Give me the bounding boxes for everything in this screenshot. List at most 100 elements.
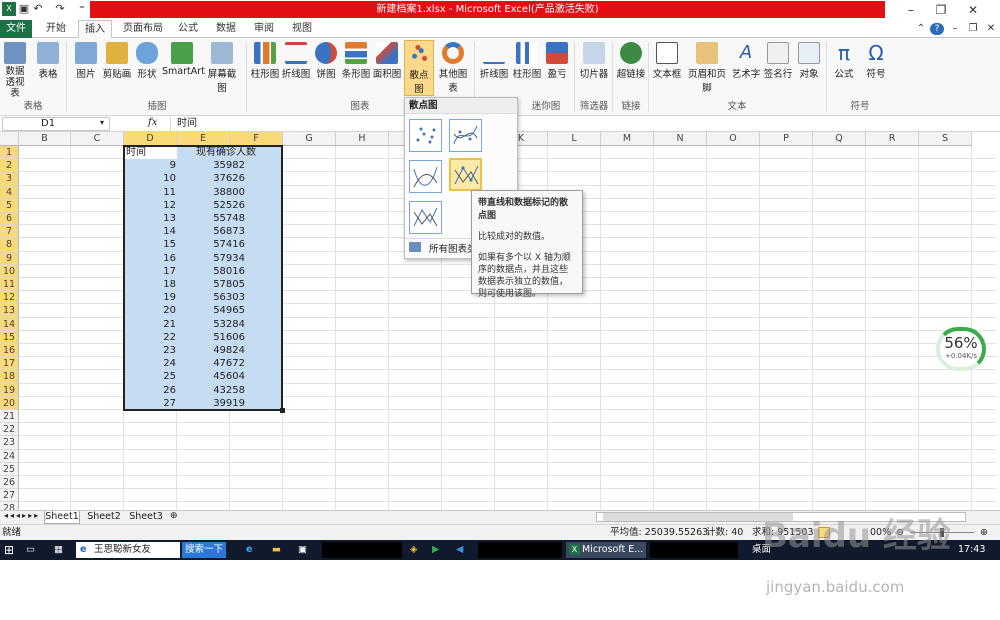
column-header-q[interactable]: Q [813, 132, 866, 146]
fill-handle[interactable] [280, 408, 285, 413]
column-header-s[interactable]: S [919, 132, 972, 146]
cell-time[interactable]: 25 [124, 370, 176, 383]
cell-confirmed[interactable]: 57416 [177, 238, 245, 251]
row-header-23[interactable]: 23 [0, 436, 19, 450]
row-header-25[interactable]: 25 [0, 462, 19, 476]
smartart-button[interactable]: SmartArt [162, 40, 205, 77]
sheet-tab-sheet1[interactable]: Sheet1 [44, 511, 80, 524]
cell-time[interactable]: 13 [124, 212, 176, 225]
app-icon-2[interactable]: ▶ [432, 542, 446, 558]
tab-home[interactable]: 开始 [40, 20, 72, 38]
object-button[interactable]: 对象 [796, 40, 822, 80]
sheet-tab-sheet3[interactable]: Sheet3 [128, 511, 164, 524]
column-header-d[interactable]: D [124, 132, 177, 146]
cell-confirmed[interactable]: 45604 [177, 370, 245, 383]
cell-confirmed[interactable]: 55748 [177, 212, 245, 225]
taskbar-app-blank-3[interactable] [650, 542, 738, 558]
pivot-table-button[interactable]: 数据透视表 [2, 40, 28, 99]
tab-view[interactable]: 视图 [286, 20, 318, 38]
cell-confirmed[interactable]: 49824 [177, 344, 245, 357]
wordart-button[interactable]: A 艺术字 [731, 40, 761, 80]
sparkline-winloss-button[interactable]: 盈亏 [544, 40, 570, 80]
task-view-icon[interactable]: ▭ [26, 542, 40, 558]
tab-insert[interactable]: 插入 [78, 20, 112, 39]
app-icon-1[interactable]: ◈ [410, 542, 424, 558]
header-footer-button[interactable]: 页眉和页脚 [684, 40, 730, 94]
taskbar-app-blank-2[interactable] [478, 542, 562, 558]
area-chart-button[interactable]: 面积图 [372, 40, 402, 80]
close-icon[interactable]: ✕ [958, 1, 988, 19]
scatter-straight-lines-option[interactable] [409, 201, 442, 234]
row-header-9[interactable]: 9 [0, 251, 19, 265]
column-header-l[interactable]: L [548, 132, 601, 146]
row-header-26[interactable]: 26 [0, 476, 19, 490]
vscode-icon[interactable]: ◀ [456, 542, 470, 558]
cell-time[interactable]: 12 [124, 199, 176, 212]
hyperlink-button[interactable]: 超链接 [614, 40, 648, 80]
undo-icon[interactable]: ↶ [31, 2, 45, 16]
name-box-dropdown-icon[interactable]: ▾ [100, 118, 104, 127]
save-icon[interactable]: ▣ [17, 2, 31, 16]
row-header-18[interactable]: 18 [0, 370, 19, 384]
cell-time[interactable]: 27 [124, 397, 176, 410]
cell-confirmed[interactable]: 53284 [177, 318, 245, 331]
row-header-8[interactable]: 8 [0, 238, 19, 252]
tab-file[interactable]: 文件 [0, 20, 32, 38]
select-all-corner[interactable] [0, 132, 19, 146]
cell-confirmed[interactable]: 35982 [177, 159, 245, 172]
row-header-13[interactable]: 13 [0, 304, 19, 318]
edge-icon[interactable]: e [246, 542, 260, 558]
row-header-19[interactable]: 19 [0, 383, 19, 397]
customize-toolbar-icon[interactable]: ⁼ [75, 2, 89, 16]
column-header-o[interactable]: O [707, 132, 760, 146]
sheet-tab-sheet2[interactable]: Sheet2 [86, 511, 122, 524]
column-header-n[interactable]: N [654, 132, 707, 146]
cell-confirmed[interactable]: 56303 [177, 291, 245, 304]
sheet-nav-arrows-icon[interactable]: ◂◂◂▸▸▸ [4, 511, 40, 520]
row-header-27[interactable]: 27 [0, 489, 19, 503]
scatter-smooth-lines-option[interactable] [409, 160, 442, 193]
row-header-21[interactable]: 21 [0, 410, 19, 424]
row-header-12[interactable]: 12 [0, 291, 19, 305]
row-header-24[interactable]: 24 [0, 449, 19, 463]
row-header-22[interactable]: 22 [0, 423, 19, 437]
column-header-r[interactable]: R [866, 132, 919, 146]
zoom-in-icon[interactable]: ⊕ [980, 525, 988, 540]
cell-d1[interactable]: 时间 [126, 146, 146, 159]
cell-time[interactable]: 26 [124, 384, 176, 397]
scatter-chart-button[interactable]: 散点图▾ [404, 40, 434, 104]
row-header-17[interactable]: 17 [0, 357, 19, 371]
explorer-icon[interactable]: ▬ [272, 542, 286, 558]
cell-confirmed[interactable]: 43258 [177, 384, 245, 397]
signature-line-button[interactable]: 签名行 [762, 40, 794, 80]
row-header-28[interactable]: 28 [0, 502, 19, 510]
equation-button[interactable]: π 公式 [830, 40, 858, 80]
cell-confirmed[interactable]: 51606 [177, 331, 245, 344]
cell-confirmed[interactable]: 57805 [177, 278, 245, 291]
taskbar-app-blank-1[interactable] [322, 542, 402, 558]
start-icon[interactable]: ⊞ [4, 542, 18, 558]
store-icon[interactable]: ▦ [54, 542, 68, 558]
column-header-m[interactable]: M [601, 132, 654, 146]
cell-confirmed[interactable]: 39919 [177, 397, 245, 410]
row-header-14[interactable]: 14 [0, 317, 19, 331]
tab-formulas[interactable]: 公式 [172, 20, 204, 38]
cell-time[interactable]: 20 [124, 304, 176, 317]
cell-time[interactable]: 17 [124, 265, 176, 278]
doc-minimize-icon[interactable]: – [948, 20, 962, 38]
row-header-15[interactable]: 15 [0, 330, 19, 344]
column-header-e[interactable]: E [177, 132, 230, 146]
row-header-5[interactable]: 5 [0, 198, 19, 212]
clock[interactable]: 17:43 [958, 542, 985, 558]
row-header-6[interactable]: 6 [0, 212, 19, 226]
column-header-g[interactable]: G [283, 132, 336, 146]
clipart-button[interactable]: 剪贴画 [102, 40, 132, 80]
ribbon-collapse-icon[interactable]: ⌃ [914, 20, 928, 38]
table-button[interactable]: 表格 [34, 40, 62, 80]
cell-time[interactable]: 9 [124, 159, 176, 172]
cell-confirmed[interactable]: 37626 [177, 172, 245, 185]
cell-time[interactable]: 24 [124, 357, 176, 370]
cell-time[interactable]: 16 [124, 252, 176, 265]
column-header-h[interactable]: H [336, 132, 389, 146]
column-header-p[interactable]: P [760, 132, 813, 146]
